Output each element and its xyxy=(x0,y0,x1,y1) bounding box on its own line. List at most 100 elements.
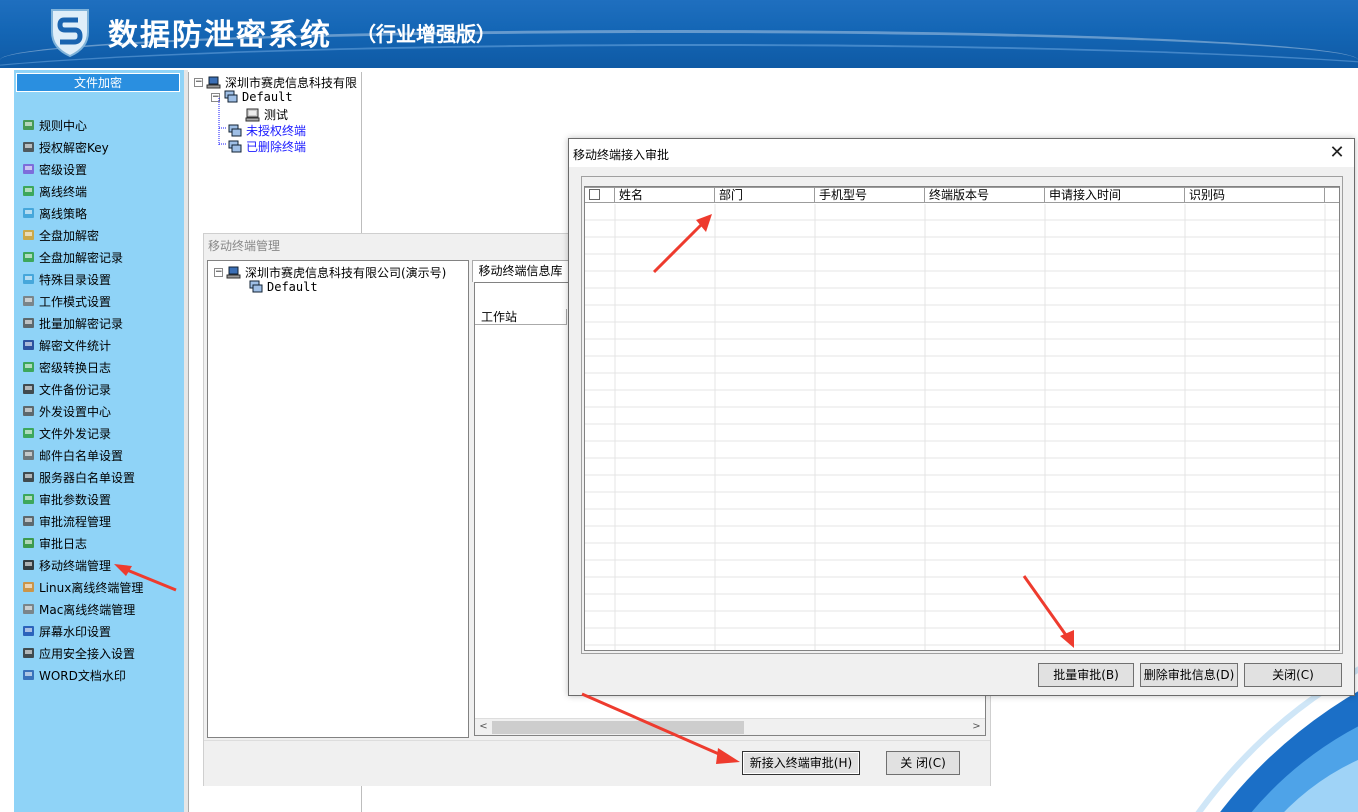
column-header-phone-model[interactable]: 手机型号 xyxy=(815,187,925,203)
sidebar-item[interactable]: 授权解密Key xyxy=(22,136,143,158)
sidebar-item[interactable]: 特殊目录设置 xyxy=(22,268,143,290)
mtm-tree-root-label: 深圳市赛虎信息科技有限公司(演示号) xyxy=(245,266,447,280)
sidebar-item-label: 审批日志 xyxy=(39,536,88,551)
sidebar-item-label: 文件备份记录 xyxy=(39,382,112,397)
tab-mobile-terminal-db[interactable]: 移动终端信息库 xyxy=(472,260,569,282)
mobile-terminal-approval-dialog: 移动终端接入审批 ✕ 姓名 部门 手机型号 终端版本号 申请接入时间 识别码 批… xyxy=(568,138,1355,696)
sidebar-item[interactable]: 应用安全接入设置 xyxy=(22,642,143,664)
screen-watermark-icon xyxy=(22,624,36,638)
approval-grid: 姓名 部门 手机型号 终端版本号 申请接入时间 识别码 xyxy=(584,186,1340,651)
collapse-box-icon[interactable]: − xyxy=(214,268,223,277)
mobile-phone-icon xyxy=(22,558,36,572)
tree-deleted-label: 已删除终端 xyxy=(246,140,307,154)
select-all-checkbox-cell[interactable] xyxy=(585,187,615,203)
scroll-left-icon[interactable]: < xyxy=(475,719,492,736)
sidebar-item-label: 邮件白名单设置 xyxy=(39,448,124,463)
new-terminal-approval-button[interactable]: 新接入终端审批(H) xyxy=(742,751,860,775)
sidebar-item-label: 特殊目录设置 xyxy=(39,272,112,287)
mtm-tree-default[interactable]: Default xyxy=(248,280,318,294)
approval-grid-frame: 姓名 部门 手机型号 终端版本号 申请接入时间 识别码 xyxy=(581,176,1343,654)
tree-node-test[interactable]: 测试 xyxy=(245,106,288,123)
sidebar-item-label: 移动终端管理 xyxy=(39,558,112,573)
approval-grid-body xyxy=(585,204,1339,650)
tree-test-label: 测试 xyxy=(264,108,289,122)
full-disk-icon xyxy=(22,228,36,242)
sidebar-item[interactable]: 审批日志 xyxy=(22,532,143,554)
column-header-name[interactable]: 姓名 xyxy=(615,187,715,203)
log-convert-icon xyxy=(22,360,36,374)
sidebar-item[interactable]: 离线终端 xyxy=(22,180,143,202)
window-title: 移动终端管理 xyxy=(208,239,281,253)
sidebar-item[interactable]: 解密文件统计 xyxy=(22,334,143,356)
tree-node-root[interactable]: − 深圳市赛虎信息科技有限 xyxy=(194,74,357,91)
network-computer-icon xyxy=(206,76,222,90)
offline-check-icon xyxy=(22,184,36,198)
tree-root-label: 深圳市赛虎信息科技有限 xyxy=(225,76,358,90)
sidebar-item[interactable]: 全盘加解密记录 xyxy=(22,246,143,268)
approval-grid-header: 姓名 部门 手机型号 终端版本号 申请接入时间 识别码 xyxy=(585,187,1339,203)
computer-group-icon xyxy=(248,280,264,294)
close-icon[interactable]: ✕ xyxy=(1326,142,1348,164)
sidebar-header-file-encryption[interactable]: 文件加密 xyxy=(16,73,180,92)
close-button[interactable]: 关 闭(C) xyxy=(886,751,960,775)
column-header-terminal-version[interactable]: 终端版本号 xyxy=(925,187,1045,203)
approval-params-icon xyxy=(22,492,36,506)
sidebar-item[interactable]: Mac离线终端管理 xyxy=(22,598,143,620)
column-header-department[interactable]: 部门 xyxy=(715,187,815,203)
sidebar-item-label: 全盘加解密记录 xyxy=(39,250,124,265)
sidebar-item-label: 审批参数设置 xyxy=(39,492,112,507)
sidebar-item[interactable]: 邮件白名单设置 xyxy=(22,444,143,466)
sidebar-item[interactable]: 审批流程管理 xyxy=(22,510,143,532)
sidebar-item[interactable]: 批量加解密记录 xyxy=(22,312,143,334)
approval-flow-icon xyxy=(22,514,36,528)
approval-log-icon xyxy=(22,536,36,550)
window-footer: 新接入终端审批(H) 关 闭(C) xyxy=(204,740,990,786)
select-all-checkbox[interactable] xyxy=(589,189,600,200)
sidebar-item[interactable]: 规则中心 xyxy=(22,114,143,136)
delete-approval-info-button[interactable]: 删除审批信息(D) xyxy=(1140,663,1238,687)
sidebar-item[interactable]: 审批参数设置 xyxy=(22,488,143,510)
monitor-icon xyxy=(22,294,36,308)
mtm-tree-root[interactable]: − 深圳市赛虎信息科技有限公司(演示号) xyxy=(214,264,446,281)
sidebar-item[interactable]: 文件备份记录 xyxy=(22,378,143,400)
sidebar-item[interactable]: 工作模式设置 xyxy=(22,290,143,312)
mtm-tree-default-label: Default xyxy=(267,280,318,294)
collapse-box-icon[interactable]: − xyxy=(194,78,203,87)
sidebar-item-label: 密级转换日志 xyxy=(39,360,112,375)
mail-whitelist-icon xyxy=(22,448,36,462)
shield-s-logo-icon xyxy=(51,9,89,58)
sidebar-item[interactable]: 密级转换日志 xyxy=(22,356,143,378)
tree-connector-lines xyxy=(218,98,227,146)
tree-node-deleted[interactable]: 已删除终端 xyxy=(227,138,306,155)
sidebar-item-label: 文件外发记录 xyxy=(39,426,112,441)
sidebar-item[interactable]: 全盘加解密 xyxy=(22,224,143,246)
sidebar-item[interactable]: Linux离线终端管理 xyxy=(22,576,143,598)
batch-approve-button[interactable]: 批量审批(B) xyxy=(1038,663,1134,687)
tree-node-unauthorized[interactable]: 未授权终端 xyxy=(227,122,306,139)
network-computer-icon xyxy=(226,266,242,280)
scroll-thumb[interactable] xyxy=(492,721,744,734)
column-header-workstation[interactable]: 工作站 xyxy=(475,309,567,325)
column-header-request-time[interactable]: 申请接入时间 xyxy=(1045,187,1185,203)
sidebar: 文件加密 规则中心 授权解密Key 密级设置 离线终端 离线策略 全盘加解密全盘加解密记录… xyxy=(14,70,184,812)
sidebar-item[interactable]: 屏幕水印设置 xyxy=(22,620,143,642)
rules-center-icon xyxy=(22,118,36,132)
sidebar-item[interactable]: 密级设置 xyxy=(22,158,143,180)
app-secure-access-icon xyxy=(22,646,36,660)
sidebar-item-label: 外发设置中心 xyxy=(39,404,112,419)
horizontal-scrollbar[interactable]: < > xyxy=(475,718,985,735)
app-edition: （行业增强版） xyxy=(356,22,496,46)
sidebar-item[interactable]: WORD文档水印 xyxy=(22,664,143,686)
sidebar-item[interactable]: 离线策略 xyxy=(22,202,143,224)
sidebar-item-label: 屏幕水印设置 xyxy=(39,624,112,639)
app-header: 数据防泄密系统 （行业增强版） xyxy=(0,0,1358,68)
column-header-identifier[interactable]: 识别码 xyxy=(1185,187,1325,203)
dialog-close-button[interactable]: 关闭(C) xyxy=(1244,663,1342,687)
sidebar-item[interactable]: 文件外发记录 xyxy=(22,422,143,444)
mac-icon xyxy=(22,602,36,616)
sidebar-item[interactable]: 服务器白名单设置 xyxy=(22,466,143,488)
sidebar-item[interactable]: 外发设置中心 xyxy=(22,400,143,422)
scroll-right-icon[interactable]: > xyxy=(968,719,985,736)
sidebar-item[interactable]: 移动终端管理 xyxy=(22,554,143,576)
sidebar-item-label: Mac离线终端管理 xyxy=(39,602,136,617)
